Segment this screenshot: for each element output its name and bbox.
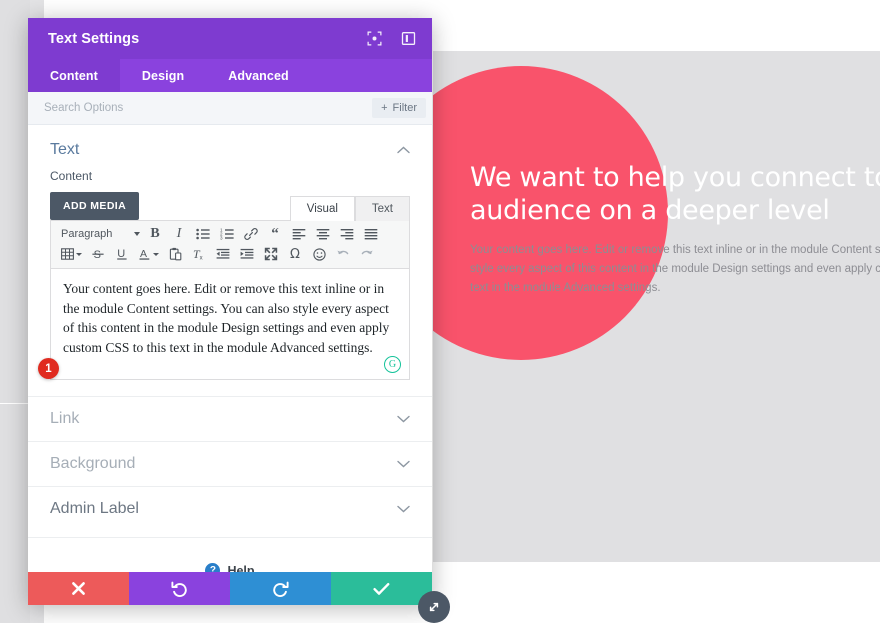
align-right-icon[interactable]: [335, 224, 359, 244]
search-bar: + Filter: [28, 92, 432, 125]
section-header-text[interactable]: Text: [28, 125, 432, 169]
hero-section: We want to help you connect to your audi…: [433, 51, 880, 562]
table-icon[interactable]: [57, 244, 86, 264]
resize-diagonal-icon[interactable]: [418, 591, 450, 623]
svg-text:3: 3: [220, 236, 223, 240]
layout-toggle-icon[interactable]: [396, 27, 420, 51]
hero-content: We want to help you connect to your audi…: [433, 51, 880, 298]
redo-button[interactable]: [230, 572, 331, 605]
section-header-admin-label[interactable]: Admin Label: [28, 486, 432, 531]
content-field: Content ADD MEDIA Visual Text Paragraph: [28, 169, 432, 396]
paste-as-text-icon[interactable]: [163, 244, 187, 264]
add-media-button[interactable]: ADD MEDIA: [50, 192, 140, 220]
format-select[interactable]: Paragraph: [57, 228, 143, 240]
align-justify-icon[interactable]: [359, 224, 383, 244]
section-header-link[interactable]: Link: [28, 396, 432, 441]
section-title-admin-label: Admin Label: [50, 500, 139, 517]
editor-content-area[interactable]: Your content goes here. Edit or remove t…: [51, 269, 409, 379]
expand-icon[interactable]: [362, 27, 386, 51]
clear-formatting-icon[interactable]: T x: [187, 244, 211, 264]
editor-toolbar: Paragraph B I 1 2 3 “ S U A T x Ω: [51, 221, 409, 269]
section-title-link: Link: [50, 410, 80, 427]
screen-root: We want to help you connect to your audi…: [0, 0, 880, 623]
save-button[interactable]: [331, 572, 432, 605]
modal-body: Text Content ADD MEDIA Visual Text Parag…: [28, 125, 432, 572]
chevron-down-icon: [76, 252, 82, 256]
text-settings-modal: Text Settings Content Design Advanced Se…: [28, 18, 450, 623]
search-input[interactable]: [42, 101, 373, 115]
editor-toolbar-row-2: S U A T x Ω: [57, 244, 403, 264]
undo-icon[interactable]: [331, 244, 355, 264]
align-center-icon[interactable]: [311, 224, 335, 244]
fullscreen-icon[interactable]: [259, 244, 283, 264]
help-label: Help: [227, 563, 255, 573]
filter-button-label: Filter: [392, 102, 417, 114]
blockquote-icon[interactable]: “: [263, 224, 287, 244]
svg-text:S: S: [94, 249, 101, 261]
section-title-background: Background: [50, 455, 136, 472]
tab-content[interactable]: Content: [28, 59, 120, 92]
hero-title-line-2: audience on a deeper level: [470, 195, 830, 226]
content-field-label: Content: [50, 169, 93, 183]
emoji-icon[interactable]: [307, 244, 331, 264]
hero-title-line-1: We want to help you connect to your: [470, 162, 880, 193]
hero-body-line-3: text in the module Advanced settings.: [470, 282, 661, 294]
bold-icon[interactable]: B: [143, 224, 167, 244]
modal-title-actions: [362, 27, 420, 51]
wysiwyg-editor: Paragraph B I 1 2 3 “ S U A T x Ω Your c…: [50, 220, 410, 380]
align-left-icon[interactable]: [287, 224, 311, 244]
cancel-button[interactable]: [28, 572, 129, 605]
chevron-down-icon[interactable]: [397, 505, 410, 513]
undo-button[interactable]: [129, 572, 230, 605]
chevron-down-icon[interactable]: [397, 415, 410, 423]
section-header-background[interactable]: Background: [28, 441, 432, 486]
chevron-down-icon: [134, 232, 141, 236]
help-row[interactable]: ? Help: [28, 537, 432, 572]
bulleted-list-icon[interactable]: [191, 224, 215, 244]
hero-body-line-1: Your content goes here. Edit or remove t…: [470, 244, 880, 256]
editor-header-row: ADD MEDIA Visual Text: [50, 192, 410, 221]
text-color-icon[interactable]: A: [134, 244, 163, 264]
hero-title: We want to help you connect to your audi…: [470, 161, 880, 227]
tab-visual[interactable]: Visual: [289, 196, 355, 221]
tab-advanced[interactable]: Advanced: [206, 59, 311, 92]
grammarly-icon[interactable]: G: [384, 356, 401, 373]
plus-icon: +: [381, 102, 388, 114]
chevron-down-icon[interactable]: [397, 460, 410, 468]
preview-left-column-inner: [0, 0, 30, 623]
modal-title: Text Settings: [48, 30, 140, 47]
modal-tabs: Content Design Advanced: [28, 59, 432, 92]
outdent-icon[interactable]: [211, 244, 235, 264]
strikethrough-icon[interactable]: S: [86, 244, 110, 264]
svg-text:x: x: [200, 255, 203, 261]
editor-paragraph: Your content goes here. Edit or remove t…: [63, 281, 390, 355]
special-character-icon[interactable]: Ω: [283, 244, 307, 264]
question-mark-icon: ?: [205, 563, 221, 572]
chevron-up-icon[interactable]: [397, 146, 410, 154]
underline-icon[interactable]: U: [110, 244, 134, 264]
tab-text[interactable]: Text: [354, 196, 410, 221]
link-icon[interactable]: [239, 224, 263, 244]
hero-body-text: Your content goes here. Edit or remove t…: [470, 241, 880, 298]
numbered-list-icon[interactable]: 123: [215, 224, 239, 244]
section-title-text: Text: [50, 141, 80, 158]
editor-toolbar-row-1: Paragraph B I 1 2 3 “: [57, 224, 403, 244]
modal-titlebar: Text Settings: [28, 18, 432, 59]
format-select-label: Paragraph: [61, 228, 113, 240]
italic-icon[interactable]: I: [167, 224, 191, 244]
tab-design[interactable]: Design: [120, 59, 206, 92]
chevron-down-icon: [153, 252, 159, 256]
modal-footer: [28, 572, 432, 605]
filter-button[interactable]: + Filter: [372, 98, 426, 118]
indent-icon[interactable]: [235, 244, 259, 264]
step-badge-1: 1: [38, 358, 59, 379]
redo-icon[interactable]: [355, 244, 379, 264]
hero-body-line-2: style every aspect of this content in th…: [470, 263, 880, 275]
editor-mode-tabs: Visual Text: [289, 195, 410, 221]
